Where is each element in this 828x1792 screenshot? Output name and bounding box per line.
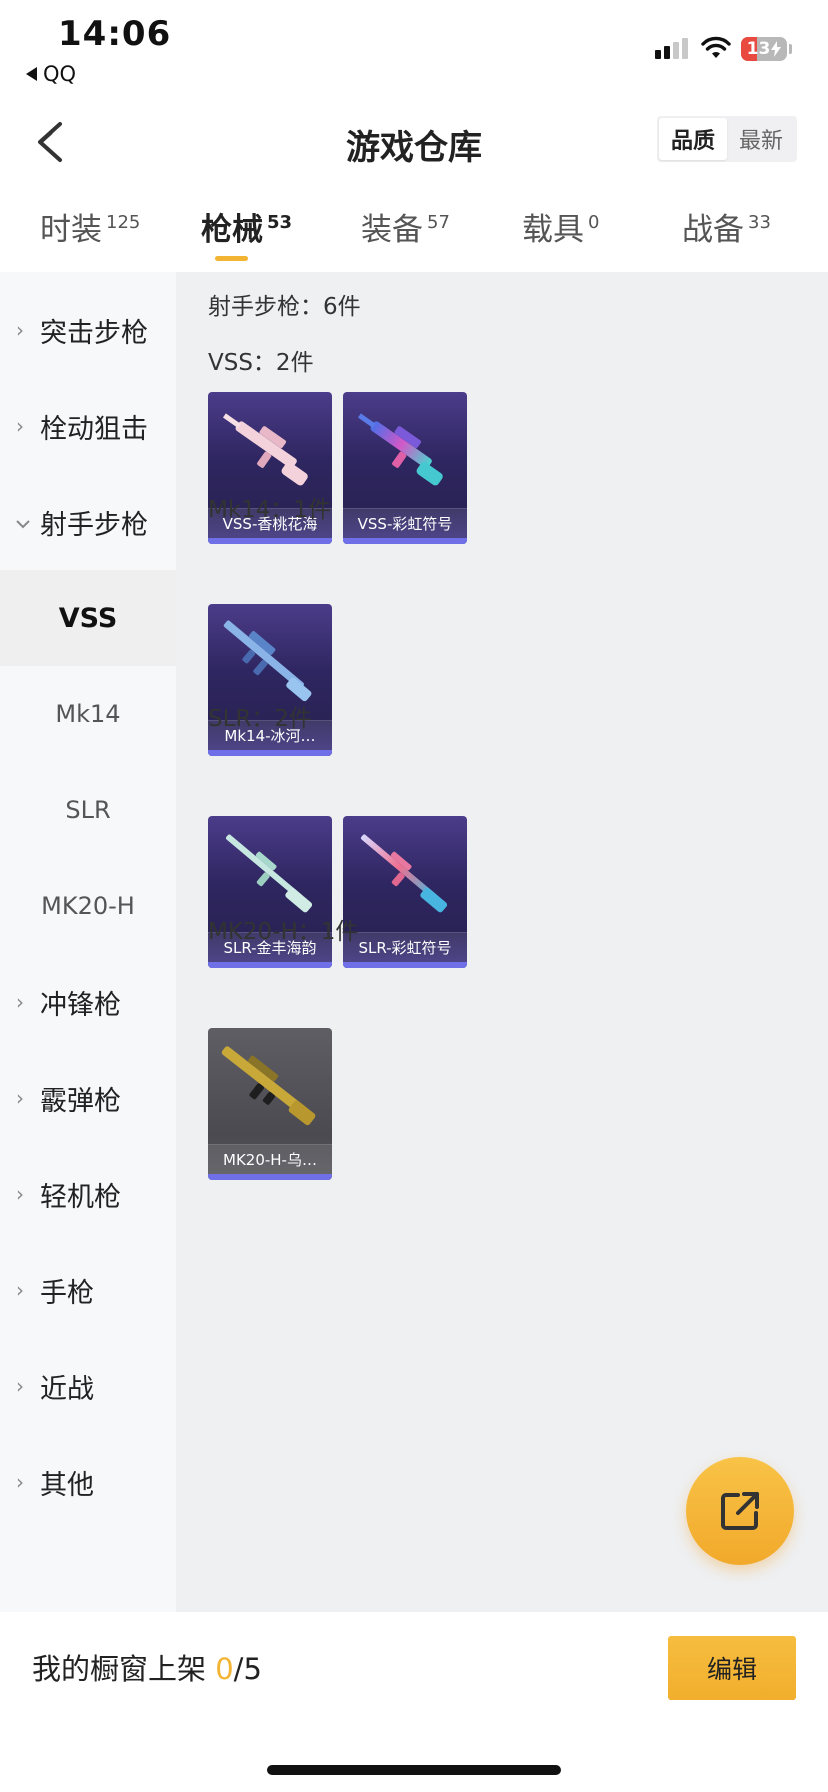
group-label-slr: SLR：2件 (208, 706, 313, 732)
tab-label: 载具 (522, 212, 584, 248)
item-card[interactable]: SLR-彩虹符号 (343, 816, 467, 968)
item-name: SLR-彩虹符号 (343, 932, 467, 962)
group-label-vss: VSS：2件 (208, 350, 314, 376)
sidebar-item-label: 突击步枪 (40, 317, 148, 349)
chevron-down-icon (16, 510, 36, 534)
category-count-header: 射手步枪：6件 (208, 294, 361, 320)
sidebar-item-shotgun[interactable]: › 霰弹枪 (0, 1050, 176, 1146)
sort-option-newest[interactable]: 最新 (727, 118, 795, 160)
group-label-mk14: Mk14：1件 (208, 497, 332, 523)
status-bar: 14:06 QQ 13 (0, 0, 828, 96)
sidebar-item-label: 其他 (40, 1469, 94, 1501)
sidebar-item-label: 手枪 (40, 1277, 94, 1309)
sidebar-item-assault-rifle[interactable]: › 突击步枪 (0, 282, 176, 378)
weapon-slr-rainbow-icon (360, 834, 448, 913)
chevron-right-icon: › (16, 1278, 24, 1302)
item-name: VSS-彩虹符号 (343, 508, 467, 538)
item-card[interactable]: VSS-彩虹符号 (343, 392, 467, 544)
sidebar-item-vss[interactable]: VSS (0, 570, 176, 666)
page-header: 游戏仓库 品质 最新 (0, 96, 828, 186)
sidebar-item-smg[interactable]: › 冲锋枪 (0, 954, 176, 1050)
tab-firearms[interactable]: 枪械 53 (201, 204, 292, 249)
charging-bolt-icon (771, 41, 782, 57)
sidebar-item-other[interactable]: › 其他 (0, 1434, 176, 1530)
item-card[interactable]: MK20-H-乌… (208, 1028, 332, 1180)
showcase-label: 我的橱窗上架 (32, 1652, 216, 1686)
showcase-count: 0 (215, 1652, 234, 1686)
sort-toggle: 品质 最新 (657, 116, 797, 162)
status-time: 14:06 (58, 14, 172, 54)
showcase-total: /5 (233, 1652, 262, 1686)
signal-icon (655, 38, 688, 59)
item-list: 射手步枪：6件 VSS：2件 VSS-香桃花海 VSS-彩虹符号 Mk14：1件… (176, 272, 828, 1612)
sidebar-item-bolt-sniper[interactable]: › 栓动狙击 (0, 378, 176, 474)
weapon-vss-rainbow-icon (357, 413, 443, 486)
tab-fashion[interactable]: 时装 125 (40, 204, 140, 249)
tab-count: 0 (588, 212, 600, 233)
active-tab-indicator (215, 256, 248, 261)
sidebar-item-label: 霰弹枪 (40, 1085, 121, 1117)
sidebar-item-pistol[interactable]: › 手枪 (0, 1242, 176, 1338)
quality-bar (208, 538, 332, 544)
sidebar: › 突击步枪 › 栓动狙击 射手步枪 VSS Mk14 SLR MK20-H › 冲锋… (0, 272, 176, 1612)
item-card[interactable]: Mk14-冰河… (208, 604, 332, 756)
back-triangle-icon (26, 67, 37, 81)
quality-bar (343, 538, 467, 544)
battery-tip (789, 44, 792, 54)
chevron-right-icon: › (16, 414, 24, 438)
tab-count: 33 (748, 212, 771, 233)
share-external-icon (721, 1492, 759, 1530)
sidebar-item-marksman-rifle[interactable]: 射手步枪 (0, 474, 176, 570)
battery-icon: 13 (741, 37, 787, 61)
tab-equipment[interactable]: 装备 57 (361, 204, 450, 249)
chevron-right-icon: › (16, 1182, 24, 1206)
tab-count: 53 (267, 212, 293, 233)
item-name: MK20-H-乌… (208, 1144, 332, 1174)
sidebar-item-lmg[interactable]: › 轻机枪 (0, 1146, 176, 1242)
showcase-status: 我的橱窗上架 0/5 (32, 1646, 262, 1688)
back-app-label: QQ (43, 62, 77, 86)
tab-label: 战备 (682, 212, 744, 248)
battery-level: 13 (746, 39, 771, 59)
weapon-vss-pink-icon (222, 413, 308, 486)
quality-bar (208, 962, 332, 968)
sort-option-quality[interactable]: 品质 (659, 118, 727, 160)
back-to-app[interactable]: QQ (26, 62, 76, 86)
sidebar-item-label: 近战 (40, 1373, 94, 1405)
sidebar-item-label: 栓动狙击 (40, 413, 148, 445)
tab-label: 装备 (361, 212, 423, 248)
chevron-right-icon: › (16, 318, 24, 342)
chevron-right-icon: › (16, 1086, 24, 1110)
tab-supplies[interactable]: 战备 33 (682, 204, 771, 249)
sidebar-item-label: 冲锋枪 (40, 989, 121, 1021)
quality-bar (343, 962, 467, 968)
tab-count: 57 (427, 212, 450, 233)
chevron-right-icon: › (16, 990, 24, 1014)
home-indicator (267, 1765, 561, 1775)
edit-button[interactable]: 编辑 (668, 1636, 796, 1700)
tab-count: 125 (106, 212, 141, 233)
category-tabs: 时装 125 枪械 53 装备 57 载具 0 战备 33 (0, 186, 828, 272)
wifi-icon (701, 36, 731, 58)
quality-bar (208, 750, 332, 756)
sidebar-item-melee[interactable]: › 近战 (0, 1338, 176, 1434)
chevron-right-icon: › (16, 1374, 24, 1398)
tab-label: 枪械 (201, 212, 263, 248)
chevron-right-icon: › (16, 1470, 24, 1494)
tab-label: 时装 (40, 212, 102, 248)
group-label-mk20h: MK20-H：1件 (208, 919, 359, 945)
share-button[interactable] (686, 1457, 794, 1565)
sidebar-item-slr[interactable]: SLR (0, 762, 176, 858)
sidebar-item-mk20h[interactable]: MK20-H (0, 858, 176, 954)
quality-bar (208, 1174, 332, 1180)
sidebar-item-mk14[interactable]: Mk14 (0, 666, 176, 762)
tab-vehicles[interactable]: 载具 0 (522, 204, 599, 249)
weapon-mk20h-icon (221, 1046, 316, 1126)
sidebar-item-label: 轻机枪 (40, 1181, 121, 1213)
sidebar-item-label: 射手步枪 (40, 509, 148, 541)
